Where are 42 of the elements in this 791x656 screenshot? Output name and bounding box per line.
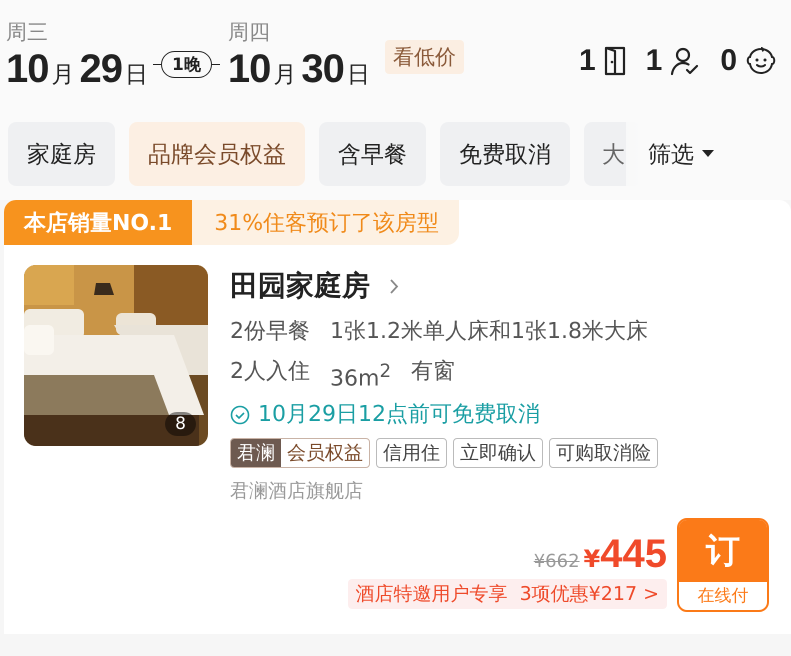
person-check-icon	[670, 46, 700, 76]
booking-note: 31%住客预订了该房型	[192, 200, 460, 245]
chevron-right-icon	[390, 278, 399, 294]
checkout-weekday: 周四	[228, 19, 271, 46]
checkout-date[interactable]: 10月 30 日	[228, 47, 375, 100]
sales-badge: 本店销量NO.1	[4, 200, 192, 245]
cancellation-policy: 10月29日12点前可免费取消	[258, 401, 540, 430]
check-circle-icon	[230, 405, 250, 426]
low-price-tag[interactable]: 看低价	[384, 40, 464, 74]
room-detail: 36m$^{2}$	[330, 360, 392, 394]
photo-count: 8	[165, 412, 196, 436]
room-tag: 可购取消险	[549, 438, 658, 468]
door-icon	[604, 46, 626, 76]
filter-chip[interactable]: 品牌会员权益	[129, 122, 305, 186]
nights-pill: 1晚	[161, 51, 212, 78]
member-benefit-label: 会员权益	[286, 441, 364, 466]
currency-sign: ¥	[584, 545, 600, 574]
room-price: 445	[600, 532, 667, 578]
guest-count[interactable]: 0	[720, 44, 737, 78]
room-detail: 2份早餐	[230, 318, 310, 346]
room-detail: 1张1.2米单人床和1张1.8米大床	[330, 318, 648, 346]
caret-icon	[702, 150, 714, 158]
room-detail: 有窗	[411, 358, 456, 386]
original-price: ¥662	[534, 551, 580, 572]
filter-chip[interactable]: 含早餐	[319, 122, 426, 186]
guest-count[interactable]: 1	[578, 44, 596, 78]
filter-chip[interactable]: 家庭房	[8, 122, 115, 186]
shop-name: 君澜酒店旗舰店	[230, 479, 364, 504]
brand-name: 君澜	[231, 439, 281, 468]
payment-method: 在线付	[696, 585, 750, 608]
checkin-date[interactable]: 10月 29 日	[6, 47, 153, 100]
baby-face-icon	[745, 45, 777, 77]
room-tag: 信用住	[376, 438, 447, 468]
book-label: 订	[679, 520, 767, 582]
promo-label: 酒店特邀用户专享	[356, 582, 508, 608]
promo-detail: 3项优惠¥217 >	[520, 582, 659, 608]
room-name[interactable]: 田园家庭房	[230, 267, 370, 305]
filter-chip[interactable]: 免费取消	[440, 122, 570, 186]
room-tag: 立即确认	[453, 438, 543, 468]
guest-count[interactable]: 1	[646, 44, 662, 78]
room-detail: 2人入住	[230, 358, 310, 386]
checkin-weekday: 周三	[6, 19, 49, 46]
